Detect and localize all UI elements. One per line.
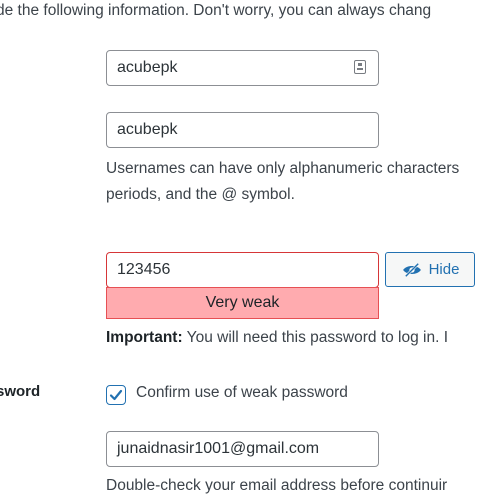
- username-help-line1: Usernames can have only alphanumeric cha…: [106, 160, 460, 177]
- password-strength-indicator: Very weak: [106, 287, 379, 319]
- important-label: Important:: [106, 329, 183, 346]
- nickname-value: acubepk: [117, 121, 178, 138]
- password-input[interactable]: 123456: [106, 252, 379, 288]
- checkmark-icon: [109, 389, 123, 401]
- nickname-input[interactable]: acubepk: [106, 112, 379, 148]
- email-value: junaidnasir1001@gmail.com: [117, 440, 320, 457]
- hide-password-button[interactable]: Hide: [385, 252, 475, 287]
- confirm-weak-password-checkbox[interactable]: [106, 385, 126, 405]
- intro-text: de the following information. Don't worr…: [0, 2, 432, 19]
- username-help-line2: periods, and the @ symbol.: [106, 186, 295, 203]
- password-value: 123456: [117, 261, 171, 278]
- username-input[interactable]: acubepk: [106, 50, 379, 86]
- important-text: You will need this password to log in. I: [182, 329, 449, 346]
- confirm-weak-password-label[interactable]: Confirm use of weak password: [136, 384, 348, 402]
- username-value: acubepk: [117, 59, 178, 76]
- password-important-note: Important: You will need this password t…: [106, 329, 448, 347]
- email-help-text: Double-check your email address before c…: [106, 477, 448, 494]
- email-input[interactable]: junaidnasir1001@gmail.com: [106, 431, 379, 467]
- confirm-password-row-label: sword: [0, 383, 41, 400]
- eye-slash-icon: [402, 262, 421, 277]
- keyboard-icon[interactable]: [354, 60, 366, 74]
- hide-button-label: Hide: [428, 261, 460, 278]
